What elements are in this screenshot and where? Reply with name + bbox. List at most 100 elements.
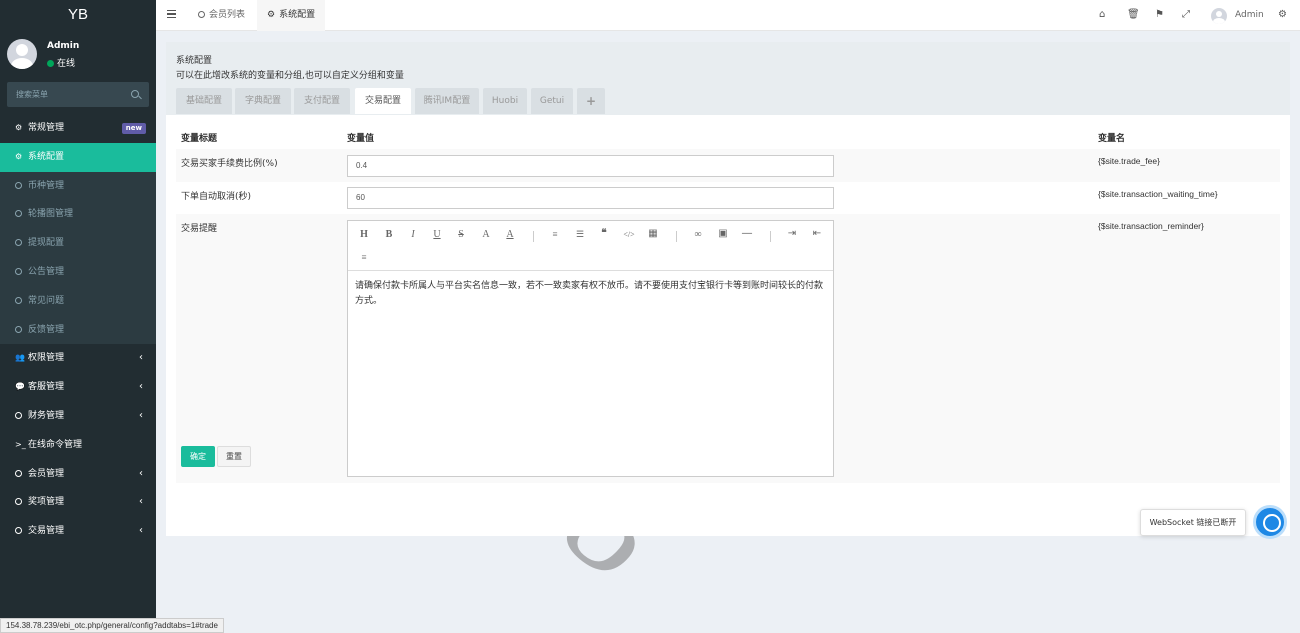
tab-tencent-im-config[interactable]: 腾讯IM配置: [415, 88, 479, 114]
sidebar-item-permissions[interactable]: 👥 权限管理 ‹: [0, 344, 156, 373]
sidebar-item-online-command[interactable]: >_ 在线命令管理: [0, 431, 156, 460]
reset-button[interactable]: 重置: [217, 446, 251, 467]
editor-content[interactable]: 请确保付款卡所属人与平台实名信息一致，若不一致卖家有权不放币。请不要使用支付宝银…: [348, 271, 833, 317]
table-icon[interactable]: ▦: [646, 228, 660, 239]
toolbar-divider: [676, 231, 677, 242]
tab-getui[interactable]: Getui: [531, 88, 573, 114]
sidebar-item-label: 在线命令管理: [28, 439, 83, 450]
circle-icon: [198, 11, 205, 18]
column-title: 变量标题: [181, 134, 218, 144]
admin-name[interactable]: Admin: [1235, 10, 1264, 20]
tab-trade-config[interactable]: 交易配置: [355, 88, 411, 114]
avatar: [7, 39, 37, 69]
sidebar-item-withdraw[interactable]: 提现配置: [0, 229, 156, 258]
sidebar-item-finance[interactable]: 财务管理 ‹: [0, 402, 156, 431]
circle-icon: [15, 469, 22, 477]
chevron-left-icon: ‹: [139, 496, 143, 508]
confirm-button[interactable]: 确定: [181, 446, 215, 467]
tab-label: 系统配置: [279, 10, 316, 20]
sidebar-item-trading[interactable]: 交易管理 ‹: [0, 517, 156, 546]
browser-status-bar: 154.38.78.239/ebi_otc.php/general/config…: [0, 618, 224, 633]
gear-icon: ⚙: [267, 10, 276, 20]
settings-icon[interactable]: ⚙: [1278, 9, 1287, 20]
strikethrough-icon[interactable]: S: [454, 229, 468, 240]
home-icon[interactable]: ⌂: [1099, 9, 1105, 20]
menu-search-input[interactable]: [7, 82, 125, 107]
search-icon[interactable]: [131, 90, 139, 98]
circle-icon: [15, 239, 22, 247]
sidebar-item-label: 系统配置: [28, 151, 65, 162]
ordered-list-icon[interactable]: ≡: [548, 229, 562, 239]
circle-icon: [15, 296, 22, 304]
sidebar-item-label: 公告管理: [28, 266, 65, 277]
heading-icon[interactable]: H: [357, 229, 371, 240]
sidebar-item-announcement[interactable]: 公告管理: [0, 257, 156, 287]
circle-icon: [15, 267, 22, 275]
image-icon[interactable]: ▣: [716, 228, 730, 239]
chevron-left-icon: ‹: [139, 525, 143, 537]
tab-member-list[interactable]: 会员列表: [188, 0, 255, 31]
sidebar-item-label: 常规管理: [28, 123, 65, 133]
unordered-list-icon[interactable]: ☰: [573, 229, 587, 240]
background-color-icon[interactable]: A: [503, 229, 517, 240]
sidebar-item-feedback[interactable]: 反馈管理: [0, 315, 156, 345]
add-tab-button[interactable]: +: [577, 88, 605, 114]
circle-icon: [15, 411, 22, 419]
indent-icon[interactable]: ⇥: [785, 228, 799, 239]
sidebar-item-system-config[interactable]: ⚙ 系统配置: [0, 142, 156, 172]
sidebar-item-customer-service[interactable]: 💬 客服管理 ‹: [0, 373, 156, 402]
admin-avatar[interactable]: [1211, 8, 1227, 24]
bold-icon[interactable]: B: [382, 229, 396, 240]
editor-toolbar: H B I U S A A ≡ ☰ ❝ </> ▦ ∞ ▣ — ⇥ ⇤ ≡: [348, 221, 833, 271]
underline-icon[interactable]: U: [430, 229, 444, 240]
panel-title: 系统配置: [176, 56, 213, 66]
comment-icon: 💬: [15, 382, 25, 392]
trash-icon[interactable]: 🗑: [1127, 9, 1140, 20]
sidebar-item-label: 轮播图管理: [28, 209, 74, 220]
sidebar-item-carousel[interactable]: 轮播图管理: [0, 200, 156, 230]
row-title: 交易提醒: [181, 224, 218, 234]
sidebar-item-label: 客服管理: [28, 382, 65, 393]
tab-basic-config[interactable]: 基础配置: [176, 88, 232, 114]
column-name: 变量名: [1098, 134, 1126, 144]
tab-payment-config[interactable]: 支付配置: [294, 88, 350, 114]
tab-system-config[interactable]: ⚙ 系统配置: [257, 0, 326, 31]
outdent-icon[interactable]: ⇤: [810, 228, 824, 239]
sidebar-menu: ⚙ 常规管理 new ⚙ 系统配置 币种管理 轮播图管理 提现配置 公告管理 常见问…: [0, 114, 156, 546]
code-icon[interactable]: </>: [622, 230, 636, 239]
sidebar-item-currency[interactable]: 币种管理: [0, 171, 156, 201]
sidebar-item-label: 权限管理: [28, 353, 65, 364]
sidebar-item-faq[interactable]: 常见问题: [0, 286, 156, 316]
font-color-icon[interactable]: A: [479, 229, 493, 240]
fullscreen-icon[interactable]: ⤢: [1182, 9, 1190, 20]
toolbar-divider: [770, 231, 771, 242]
waiting-time-input[interactable]: 60: [347, 187, 834, 209]
menu-search: [7, 82, 149, 107]
quote-icon[interactable]: ❝: [597, 228, 611, 239]
table-header: 变量标题 变量值 变量名: [176, 125, 1280, 149]
italic-icon[interactable]: I: [406, 229, 420, 240]
circle-icon: [15, 210, 22, 218]
sidebar-item-awards[interactable]: 奖项管理 ‹: [0, 488, 156, 517]
sidebar-item-label: 会员管理: [28, 468, 65, 479]
sidebar-item-label: 交易管理: [28, 526, 65, 537]
language-icon[interactable]: ⚑: [1155, 9, 1164, 20]
sidebar-item-members[interactable]: 会员管理 ‹: [0, 460, 156, 489]
trade-fee-input[interactable]: 0.4: [347, 155, 834, 177]
sidebar-item-general[interactable]: ⚙ 常规管理 new: [0, 114, 156, 143]
app-logo[interactable]: YB: [0, 0, 156, 30]
top-header: 会员列表 ⚙ 系统配置 ⌂ 🗑 ⚑ ⤢ Admin ⚙: [156, 0, 1300, 31]
link-icon[interactable]: ∞: [691, 229, 705, 240]
table-row: 交易提醒 H B I U S A A ≡ ☰ ❝ </> ▦ ∞ ▣ — ⇥ ⇤…: [176, 214, 1280, 483]
menu-toggle-icon[interactable]: [167, 10, 176, 18]
tab-label: 会员列表: [209, 10, 246, 20]
gear-icon: ⚙: [15, 151, 23, 161]
row-variable-name: {$site.transaction_waiting_time}: [1098, 189, 1218, 199]
rich-text-editor[interactable]: H B I U S A A ≡ ☰ ❝ </> ▦ ∞ ▣ — ⇥ ⇤ ≡ 请确…: [347, 220, 834, 477]
horizontal-rule-icon[interactable]: —: [740, 228, 754, 239]
tab-huobi[interactable]: Huobi: [483, 88, 527, 114]
tab-dict-config[interactable]: 字典配置: [235, 88, 291, 114]
chat-bubble-icon[interactable]: [1253, 505, 1287, 539]
sidebar: YB Admin 在线 ⚙ 常规管理 new ⚙ 系统配置 币种管理 轮播图管理 提…: [0, 0, 156, 633]
align-icon[interactable]: ≡: [357, 252, 371, 262]
